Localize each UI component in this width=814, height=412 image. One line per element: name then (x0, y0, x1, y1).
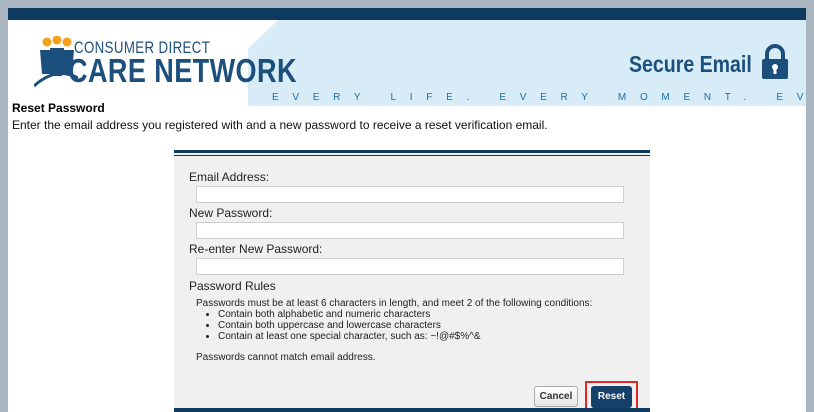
top-bar (8, 8, 806, 20)
lock-icon (762, 44, 788, 79)
page-content: CONSUMER DIRECT CARE NETWORK Secure Emai… (8, 8, 806, 412)
email-label: Email Address: (189, 170, 270, 184)
password-rule: Contain at least one special character, … (218, 331, 481, 342)
reenter-password-field[interactable] (196, 258, 624, 275)
tagline: EVERY LIFE. EVERY MOMENT. EVERY DAY. (272, 92, 806, 103)
password-rules-list: Contain both alphabetic and numeric char… (206, 309, 481, 342)
logo-line-2: CARE NETWORK (68, 52, 297, 89)
page-frame: CONSUMER DIRECT CARE NETWORK Secure Emai… (0, 0, 814, 412)
page-title: Reset Password (12, 101, 105, 115)
password-rules-title: Password Rules (189, 279, 276, 293)
app-title: Secure Email (629, 51, 752, 77)
form-bottom-border (174, 408, 650, 412)
page-instructions: Enter the email address you registered w… (12, 118, 548, 132)
password-rule: Contain both alphabetic and numeric char… (218, 309, 481, 320)
logo[interactable]: CONSUMER DIRECT CARE NETWORK (34, 34, 296, 94)
reenter-password-label: Re-enter New Password: (189, 242, 323, 256)
email-field[interactable] (196, 186, 624, 203)
cancel-button[interactable]: Cancel (534, 386, 578, 407)
header-banner: CONSUMER DIRECT CARE NETWORK Secure Emai… (8, 20, 806, 106)
new-password-field[interactable] (196, 222, 624, 239)
password-rules-note: Passwords cannot match email address. (196, 352, 376, 363)
password-rule: Contain both uppercase and lowercase cha… (218, 320, 481, 331)
reset-password-form: Email Address: New Password: Re-enter Ne… (174, 150, 650, 412)
new-password-label: New Password: (189, 206, 273, 220)
reset-button[interactable]: Reset (591, 386, 632, 408)
password-rules-intro: Passwords must be at least 6 characters … (196, 298, 593, 309)
